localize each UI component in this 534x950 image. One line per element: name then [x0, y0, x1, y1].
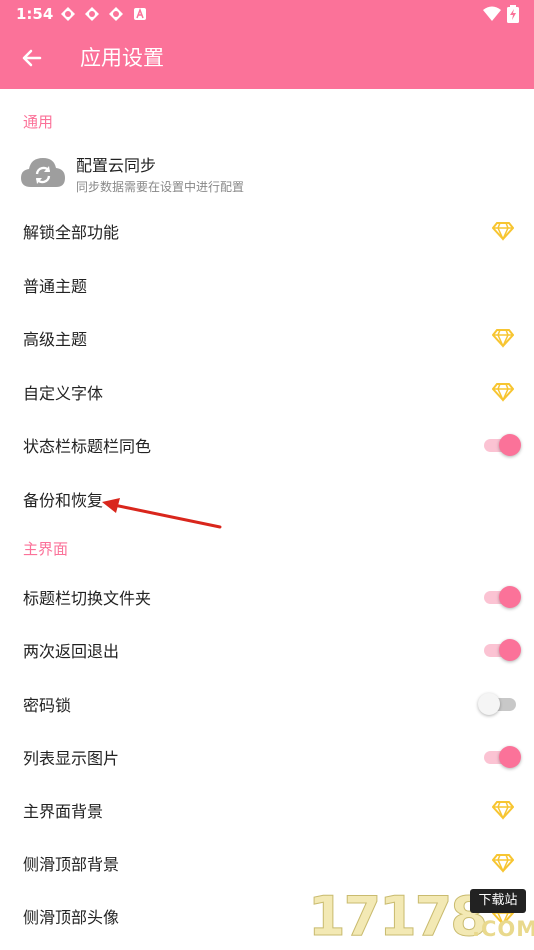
- toggle-knob: [499, 434, 521, 456]
- annotation-arrow-icon: [102, 498, 222, 529]
- cloud-sync-subtitle: 同步数据需要在设置中进行配置: [76, 180, 245, 194]
- title-bar-switch-folder-toggle[interactable]: [482, 585, 522, 609]
- backup-restore-row[interactable]: 备份和恢复: [0, 472, 534, 525]
- premium-diamond-icon: [492, 222, 514, 241]
- premium-diamond-icon: [492, 383, 514, 402]
- custom-font-row[interactable]: 自定义字体: [0, 365, 534, 418]
- row-label: 主界面背景: [23, 802, 104, 821]
- watermark-digits: 17178: [308, 885, 489, 949]
- row-label: 两次返回退出: [23, 642, 120, 661]
- watermark-com: .COM: [472, 917, 534, 941]
- status-bar-same-color-toggle[interactable]: [482, 433, 522, 457]
- notification-app-icon: [61, 7, 75, 21]
- status-bar: 1:54: [0, 0, 534, 28]
- row-label: 自定义字体: [23, 384, 104, 403]
- premium-diamond-icon: [492, 801, 514, 820]
- row-label: 标题栏切换文件夹: [23, 589, 152, 608]
- row-label: 普通主题: [23, 277, 88, 296]
- section-header-general: 通用: [23, 113, 54, 131]
- premium-theme-row[interactable]: 高级主题: [0, 311, 534, 364]
- watermark-badge: 下载站: [470, 889, 526, 913]
- cloud-sync-title: 配置云同步: [76, 156, 157, 175]
- cloud-sync-icon: [21, 158, 65, 187]
- cloud-sync-row[interactable]: 配置云同步 同步数据需要在设置中进行配置: [0, 143, 534, 203]
- drawer-top-background-row[interactable]: 侧滑顶部背景: [0, 836, 534, 889]
- wifi-icon: [483, 6, 501, 21]
- battery-icon: [507, 5, 519, 23]
- watermark-logo: 17178 下载站 .COM: [308, 883, 534, 950]
- toggle-knob: [499, 586, 521, 608]
- row-label: 密码锁: [23, 696, 72, 715]
- row-label: 侧滑顶部头像: [23, 908, 120, 927]
- toggle-knob: [478, 693, 500, 715]
- toggle-knob: [499, 746, 521, 768]
- app-bar: 应用设置: [0, 28, 534, 89]
- row-label: 列表显示图片: [23, 749, 120, 768]
- section-header-main-ui: 主界面: [23, 540, 69, 558]
- status-bar-same-color-row[interactable]: 状态栏标题栏同色: [0, 418, 534, 471]
- notification-a-icon: [134, 8, 146, 20]
- double-back-exit-row[interactable]: 两次返回退出: [0, 623, 534, 676]
- notification-app-icon: [109, 7, 123, 21]
- list-show-images-toggle[interactable]: [482, 745, 522, 769]
- main-background-row[interactable]: 主界面背景: [0, 783, 534, 836]
- notification-app-icon: [85, 7, 99, 21]
- list-show-images-row[interactable]: 列表显示图片: [0, 730, 534, 783]
- double-back-exit-toggle[interactable]: [482, 638, 522, 662]
- toggle-knob: [499, 639, 521, 661]
- row-label: 备份和恢复: [23, 491, 104, 510]
- premium-diamond-icon: [492, 329, 514, 348]
- password-lock-toggle[interactable]: [478, 692, 522, 716]
- unlock-all-row[interactable]: 解锁全部功能: [0, 204, 534, 257]
- password-lock-row[interactable]: 密码锁: [0, 677, 534, 730]
- title-bar-switch-folder-row[interactable]: 标题栏切换文件夹: [0, 570, 534, 623]
- page-title: 应用设置: [80, 46, 164, 70]
- premium-diamond-icon: [492, 854, 514, 873]
- row-label: 侧滑顶部背景: [23, 855, 120, 874]
- back-arrow-icon[interactable]: [14, 40, 50, 76]
- normal-theme-row[interactable]: 普通主题: [0, 258, 534, 311]
- status-time: 1:54: [16, 5, 54, 23]
- row-label: 解锁全部功能: [23, 223, 120, 242]
- row-label: 状态栏标题栏同色: [23, 437, 152, 456]
- row-label: 高级主题: [23, 330, 88, 349]
